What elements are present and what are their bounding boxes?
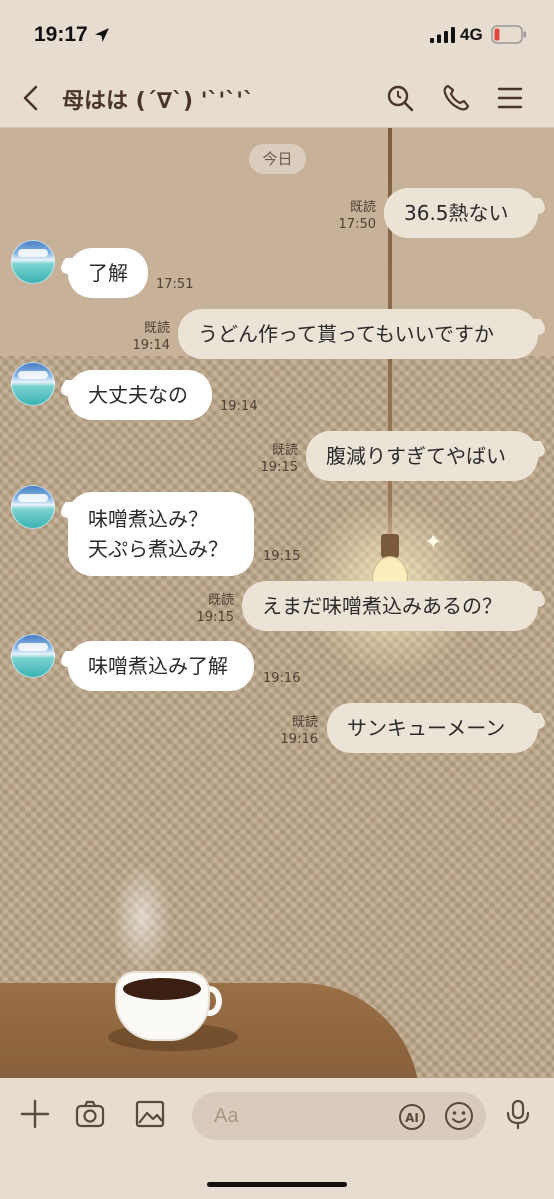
- message-text-line: 天ぷら煮込み？: [88, 537, 228, 561]
- status-time: 19:17: [34, 23, 88, 46]
- message-bubble-incoming[interactable]: 味噌煮込み了解: [68, 641, 254, 691]
- coffee-steam: [112, 863, 172, 973]
- signal-icon: [430, 27, 455, 43]
- message-text: 味噌煮込み了解: [88, 654, 228, 678]
- chat-title: 母はは (´∇`) '`'`'`: [62, 89, 254, 114]
- message-meta: 既読 19:15: [252, 442, 298, 476]
- message-time: 19:15: [196, 610, 234, 625]
- message-bubble-outgoing[interactable]: えまだ味噌煮込みあるの？: [242, 581, 538, 631]
- read-receipt: 既読: [349, 200, 376, 215]
- chat-header: 母はは (´∇`) '`'`'`: [0, 68, 554, 128]
- avatar[interactable]: [11, 240, 55, 284]
- date-divider: 今日: [249, 144, 306, 174]
- message-time: 19:16: [280, 732, 318, 747]
- lamp-cap: [381, 534, 399, 558]
- read-receipt: 既読: [271, 443, 298, 458]
- message-meta: 既読 17:50: [330, 199, 376, 233]
- avatar[interactable]: [11, 362, 55, 406]
- sparkle-icon: ✦: [424, 530, 443, 555]
- message-text: 36.5熱ない: [404, 201, 509, 225]
- ai-icon[interactable]: AI: [398, 1103, 426, 1131]
- input-bar: AI: [0, 1078, 554, 1199]
- message-meta: 既読 19:16: [272, 714, 318, 748]
- read-receipt: 既読: [143, 321, 170, 336]
- back-icon[interactable]: [20, 84, 44, 112]
- avatar[interactable]: [11, 485, 55, 529]
- message-meta: 既読 19:14: [124, 320, 170, 354]
- coffee-surface: [123, 978, 201, 1000]
- home-indicator: [207, 1182, 347, 1187]
- menu-icon[interactable]: [494, 82, 526, 114]
- message-bubble-outgoing[interactable]: サンキューメーン: [327, 703, 538, 753]
- search-icon[interactable]: [384, 82, 416, 114]
- read-receipt: 既読: [207, 593, 234, 608]
- chat-area[interactable]: ✦ 今日 既読 17:50 36.5熱ない 了解 17:51 既読 19:14 …: [0, 128, 554, 1078]
- message-text: えまだ味噌煮込みあるの？: [262, 594, 502, 618]
- image-icon[interactable]: [134, 1098, 166, 1130]
- message-time: 19:14: [132, 338, 170, 353]
- message-input[interactable]: [192, 1092, 486, 1140]
- message-time: 19:15: [263, 549, 301, 564]
- message-bubble-outgoing[interactable]: 腹減りすぎてやばい: [306, 431, 538, 481]
- message-time: 19:15: [260, 460, 298, 475]
- emoji-icon[interactable]: [444, 1101, 474, 1131]
- message-bubble-incoming[interactable]: 味噌煮込み？ 天ぷら煮込み？: [68, 492, 254, 576]
- message-bubble-outgoing[interactable]: うどん作って貰ってもいいですか: [178, 309, 538, 359]
- avatar[interactable]: [11, 634, 55, 678]
- ai-label: AI: [405, 1111, 419, 1125]
- camera-icon[interactable]: [74, 1098, 106, 1130]
- message-text-line: 味噌煮込み？: [88, 507, 208, 531]
- plus-icon[interactable]: [19, 1098, 51, 1130]
- phone-icon[interactable]: [440, 82, 472, 114]
- status-bar: 19:17 4G: [0, 0, 554, 68]
- read-receipt: 既読: [291, 715, 318, 730]
- message-bubble-incoming[interactable]: 大丈夫なの: [68, 370, 212, 420]
- message-time: 17:51: [156, 277, 194, 292]
- message-text: 大丈夫なの: [88, 383, 188, 407]
- message-time: 17:50: [338, 217, 376, 232]
- location-arrow-icon: [95, 28, 109, 42]
- mic-icon[interactable]: [502, 1098, 534, 1130]
- message-time: 19:14: [220, 399, 258, 414]
- message-text: サンキューメーン: [347, 716, 506, 740]
- message-time: 19:16: [263, 671, 301, 686]
- message-text: うどん作って貰ってもいいですか: [198, 322, 494, 346]
- message-bubble-incoming[interactable]: 了解: [68, 248, 148, 298]
- message-meta: 既読 19:15: [188, 592, 234, 626]
- message-bubble-outgoing[interactable]: 36.5熱ない: [384, 188, 538, 238]
- message-text: 了解: [88, 261, 128, 285]
- battery-icon: [491, 25, 526, 44]
- network-type: 4G: [460, 25, 483, 44]
- message-text: 腹減りすぎてやばい: [326, 444, 506, 468]
